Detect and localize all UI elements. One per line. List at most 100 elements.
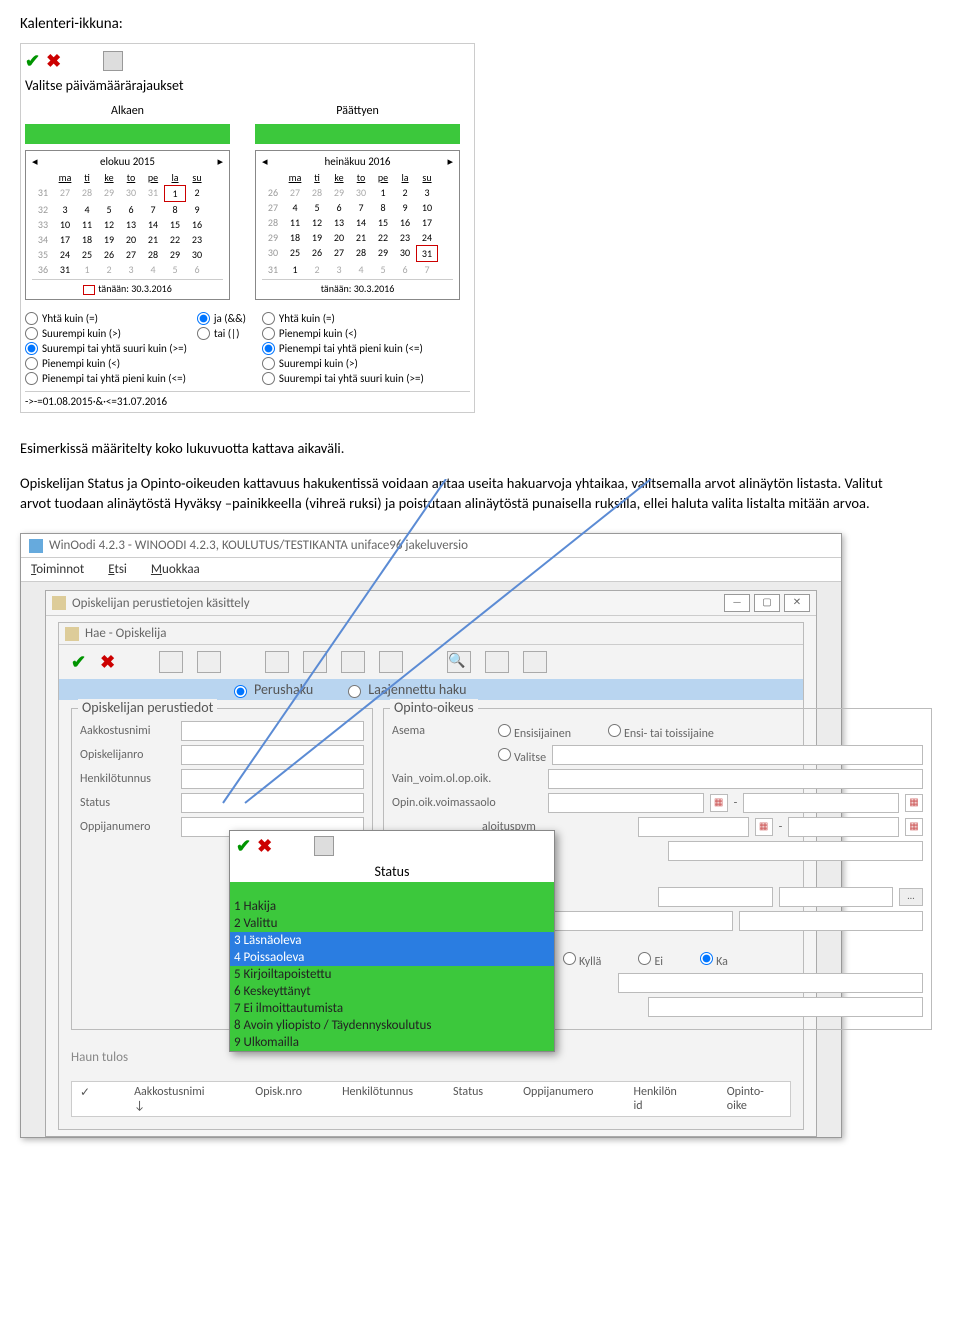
radio-kylla[interactable]: Kyllä	[558, 949, 601, 969]
first-icon[interactable]	[265, 651, 289, 673]
calendar-window: ✔ ✖ Valitse päivämäärärajaukset Alkaen ◂…	[20, 43, 475, 413]
text-input[interactable]	[181, 721, 364, 741]
calendar-icon[interactable]: ▦	[905, 818, 923, 836]
toolbar: ✔ ✖ 🔍	[59, 645, 803, 679]
column-header[interactable]: Henkilön id	[634, 1085, 687, 1113]
column-header[interactable]: Oppijanumero	[523, 1085, 593, 1113]
sort-check-icon[interactable]: ✓	[80, 1085, 90, 1113]
calendar-icon[interactable]: ▦	[755, 818, 773, 836]
de-input2[interactable]	[779, 887, 894, 907]
magnify-icon[interactable]: 🔍	[447, 651, 471, 673]
today-link[interactable]: tänään: 30.3.2016	[262, 279, 453, 297]
valitse-input[interactable]	[552, 745, 923, 765]
accept-icon[interactable]: ✔	[71, 651, 86, 673]
copy-icon[interactable]	[485, 651, 509, 673]
menu-muokkaa[interactable]: Muokkaa	[151, 562, 200, 577]
column-header[interactable]: Opisk.nro	[255, 1085, 302, 1113]
list-item[interactable]: 4 Poissaoleva	[230, 949, 554, 966]
comparison-radio[interactable]: Pienempi tai yhtä pieni kuin (<=)	[25, 372, 187, 385]
comparison-radio[interactable]: Pienempi tai yhtä pieni kuin (<=)	[262, 342, 424, 355]
text-input[interactable]	[181, 793, 364, 813]
comparison-radio[interactable]: Suurempi kuin (>)	[25, 327, 187, 340]
menu-etsi[interactable]: Etsi	[108, 562, 127, 577]
prev-icon[interactable]	[303, 651, 327, 673]
list-item[interactable]: 5 Kirjoiltapoistettu	[230, 966, 554, 983]
text-input[interactable]	[181, 745, 364, 765]
cancel-icon[interactable]: ✖	[100, 651, 115, 673]
column-header[interactable]: Status	[453, 1085, 483, 1113]
list-item[interactable]: 2 Valittu	[230, 915, 554, 932]
laji-input[interactable]	[648, 997, 923, 1017]
tab-perushaku[interactable]: Perushaku	[229, 681, 313, 698]
calendar-icon[interactable]: ▦	[905, 794, 923, 812]
cancel-icon[interactable]: ✖	[46, 50, 61, 72]
list-item[interactable]: 9 Ulkomailla	[230, 1034, 554, 1051]
app-icon	[29, 539, 43, 553]
comparison-radio[interactable]: Yhtä kuin (=)	[25, 312, 187, 325]
tool-icon[interactable]	[103, 51, 123, 71]
minimize-icon[interactable]: —	[724, 594, 750, 612]
comparison-radio[interactable]: Suurempi tai yhtä suuri kuin (>=)	[262, 372, 424, 385]
voimassa-to[interactable]	[743, 793, 899, 813]
calendar-icon[interactable]: ▦	[710, 794, 728, 812]
tool-icon-1[interactable]	[159, 651, 183, 673]
browse-button[interactable]: …	[899, 888, 923, 906]
list-item[interactable]	[230, 882, 554, 898]
prev-month-icon[interactable]: ◂	[262, 155, 268, 168]
month-picker-to[interactable]: ◂heinäkuu 2016▸ matiketopelasu2627282930…	[255, 150, 460, 300]
tab-laajennettu[interactable]: Laajennettu haku	[343, 681, 466, 698]
field-label: Opiskelijanro	[80, 748, 175, 762]
aloitus-from[interactable]	[638, 817, 749, 837]
radio-ei[interactable]: Ei	[633, 949, 663, 969]
app-window: WinOodi 4.2.3 - WINOODI 4.2.3, KOULUTUS/…	[20, 533, 842, 1138]
haun-tulos-label: Haun tulos	[71, 1050, 791, 1065]
radio-ka[interactable]: Ka	[695, 949, 728, 969]
next-icon[interactable]	[341, 651, 365, 673]
menu-toiminnot[interactable]: Toiminnot	[31, 562, 84, 577]
list-item[interactable]: 8 Avoin yliopisto / Täydennyskoulutus	[230, 1017, 554, 1034]
comparison-radio[interactable]: Suurempi kuin (>)	[262, 357, 424, 370]
close-icon[interactable]: ✕	[784, 594, 810, 612]
list-item[interactable]: 7 Ei ilmoittautumista	[230, 1000, 554, 1017]
comparison-radio[interactable]: ja (&&)	[197, 312, 252, 325]
de-input[interactable]	[658, 887, 773, 907]
column-header[interactable]: Aakkostusnimi ↓	[134, 1085, 215, 1113]
maximize-icon[interactable]: ▢	[754, 594, 780, 612]
aloitus-to[interactable]	[788, 817, 899, 837]
radio-valitse[interactable]: Valitse	[493, 745, 546, 765]
month-picker-from[interactable]: ◂elokuu 2015▸ matiketopelasu312728293031…	[25, 150, 230, 300]
column-header[interactable]: Henkilötunnus	[342, 1085, 413, 1113]
print-icon[interactable]	[523, 651, 547, 673]
voimassa-from[interactable]	[548, 793, 704, 813]
next-month-icon[interactable]: ▸	[447, 155, 453, 168]
comparison-radio[interactable]: tai (|)	[197, 327, 252, 340]
radio-ensitai[interactable]: Ensi- tai toissijaine	[603, 721, 714, 741]
column-header[interactable]: Opinto-oike	[727, 1085, 782, 1113]
tool-icon[interactable]	[314, 836, 334, 856]
doc-icon	[52, 596, 66, 610]
list-item[interactable]: 3 Läsnäoleva	[230, 932, 554, 949]
today-link[interactable]: tänään: 30.3.2016	[32, 279, 223, 297]
list-item[interactable]: 1 Hakija	[230, 898, 554, 915]
row-input2[interactable]	[739, 911, 924, 931]
radio-ensisijainen[interactable]: Ensisijainen	[493, 721, 571, 741]
comparison-radio[interactable]: Yhtä kuin (=)	[262, 312, 424, 325]
comparison-radio[interactable]: Suurempi tai yhtä suuri kuin (>=)	[25, 342, 187, 355]
olop-input[interactable]	[618, 973, 923, 993]
para-2: Opiskelijan Status ja Opinto-oikeuden ka…	[20, 473, 890, 514]
comparison-radio[interactable]: Pienempi kuin (<)	[25, 357, 187, 370]
comparison-radio[interactable]: Pienempi kuin (<)	[262, 327, 424, 340]
next-month-icon[interactable]: ▸	[217, 155, 223, 168]
row-input[interactable]	[548, 911, 733, 931]
prev-month-icon[interactable]: ◂	[32, 155, 38, 168]
inner-title: Hae - Opiskelija	[85, 626, 166, 641]
accept-icon[interactable]: ✔	[236, 835, 251, 857]
accept-icon[interactable]: ✔	[25, 50, 40, 72]
cancel-icon[interactable]: ✖	[257, 835, 272, 857]
si-input[interactable]	[668, 841, 923, 861]
text-input[interactable]	[181, 769, 364, 789]
tool-icon-2[interactable]	[197, 651, 221, 673]
last-icon[interactable]	[379, 651, 403, 673]
list-item[interactable]: 6 Keskeyttänyt	[230, 983, 554, 1000]
vain-input[interactable]	[548, 769, 923, 789]
